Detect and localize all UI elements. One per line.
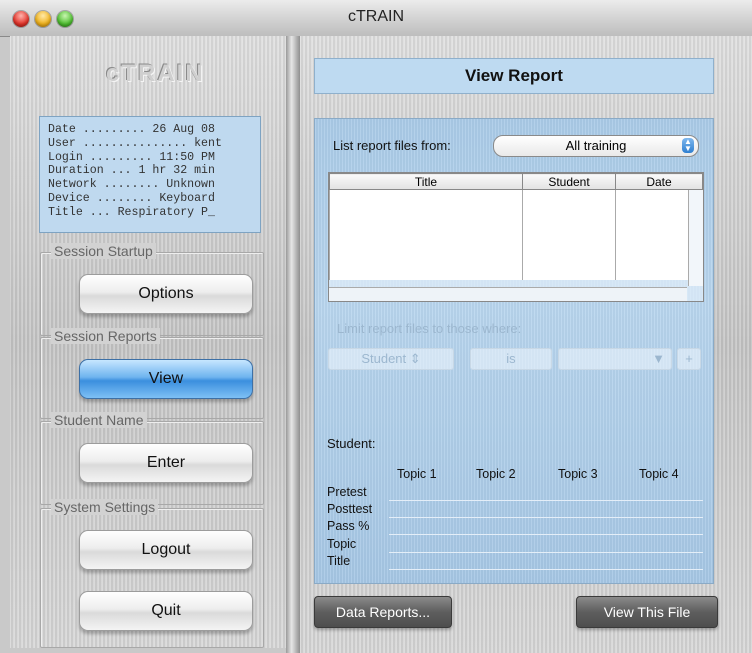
data-reports-button[interactable]: Data Reports... — [314, 596, 452, 628]
app-logo: cTRAIN — [106, 60, 205, 87]
row-line — [389, 569, 703, 570]
topic-header: Topic 4 — [639, 467, 679, 481]
filter-field-value: Student — [361, 351, 407, 366]
limit-files-label: Limit report files to those where: — [337, 321, 522, 336]
row-label-title: Title — [327, 554, 351, 568]
table-row[interactable] — [329, 250, 703, 265]
session-startup-group: Session Startup Options — [40, 243, 264, 336]
info-line: Duration ... 1 hr 32 min — [48, 164, 215, 178]
list-files-label: List report files from: — [333, 138, 451, 153]
session-reports-group: Session Reports View — [40, 328, 264, 419]
vertical-scrollbar[interactable] — [688, 190, 703, 286]
info-line: Login ......... 11:50 PM — [48, 150, 215, 164]
pane-divider[interactable] — [286, 36, 300, 653]
group-label: System Settings — [51, 499, 159, 515]
row-line — [389, 552, 703, 553]
group-label: Student Name — [51, 412, 147, 428]
info-line: Title ... Respiratory P_ — [48, 205, 215, 219]
left-sidebar: cTRAIN Date ......... 26 Aug 08 User ....… — [10, 36, 290, 648]
topic-header: Topic 1 — [397, 467, 437, 481]
session-info-box: Date ......... 26 Aug 08 User ...........… — [39, 116, 261, 233]
report-files-table[interactable]: Title Student Date — [328, 172, 704, 302]
table-row[interactable] — [329, 265, 703, 280]
filter-field-popup[interactable]: Student ⇕ — [328, 348, 454, 370]
dropdown-arrow-icon: ▼ — [652, 351, 665, 366]
report-table: Title Student Date — [329, 173, 703, 280]
options-button[interactable]: Options — [79, 274, 253, 314]
info-line: Date ......... 26 Aug 08 — [48, 123, 215, 136]
filter-operator[interactable]: is — [470, 348, 552, 370]
row-line — [389, 534, 703, 535]
list-files-value: All training — [565, 138, 627, 153]
group-label: Session Reports — [51, 328, 160, 344]
column-header-date[interactable]: Date — [615, 173, 703, 190]
row-line — [389, 517, 703, 518]
group-label: Session Startup — [51, 243, 156, 259]
filter-value-combo[interactable]: ▼ — [558, 348, 672, 370]
system-settings-group: System Settings Logout Quit — [40, 499, 264, 648]
horizontal-scrollbar[interactable] — [329, 287, 687, 301]
logout-button[interactable]: Logout — [79, 530, 253, 570]
column-header-student[interactable]: Student — [522, 173, 616, 190]
row-line — [389, 500, 703, 501]
view-button[interactable]: View — [79, 359, 253, 399]
add-filter-button[interactable]: + — [677, 348, 701, 370]
student-name-group: Student Name Enter — [40, 412, 264, 505]
row-label-pretest: Pretest — [327, 485, 367, 499]
table-row[interactable] — [329, 235, 703, 250]
row-label-posttest: Posttest — [327, 502, 373, 516]
row-label-pass: Pass % — [327, 519, 370, 533]
topic-header: Topic 3 — [558, 467, 598, 481]
info-line: Network ........ Unknown — [48, 178, 215, 192]
title-bar[interactable]: cTRAIN — [0, 0, 752, 37]
view-report-header: View Report — [314, 58, 714, 94]
table-row[interactable] — [329, 189, 703, 205]
report-panel: List report files from: All training ▲ ▼ … — [314, 118, 714, 584]
info-line: User ............... kent — [48, 136, 222, 150]
list-files-popup[interactable]: All training ▲ ▼ — [493, 135, 699, 157]
column-header-title[interactable]: Title — [329, 173, 523, 190]
window-title: cTRAIN — [348, 8, 404, 25]
topic-header: Topic 2 — [476, 467, 516, 481]
report-pane: View Report List report files from: All … — [300, 36, 752, 653]
student-label: Student: — [327, 436, 376, 451]
table-row[interactable] — [329, 220, 703, 235]
info-line: Device ........ Keyboard — [48, 191, 215, 205]
enter-button[interactable]: Enter — [79, 443, 253, 483]
quit-button[interactable]: Quit — [79, 591, 253, 631]
app-window: cTRAIN cTRAIN Date ......... 26 Aug 08 Us… — [0, 0, 752, 653]
view-this-file-button[interactable]: View This File — [576, 596, 718, 628]
popup-arrows-icon: ▲ ▼ — [682, 138, 694, 153]
row-label-topic: Topic — [327, 537, 357, 551]
table-row[interactable] — [329, 205, 703, 220]
